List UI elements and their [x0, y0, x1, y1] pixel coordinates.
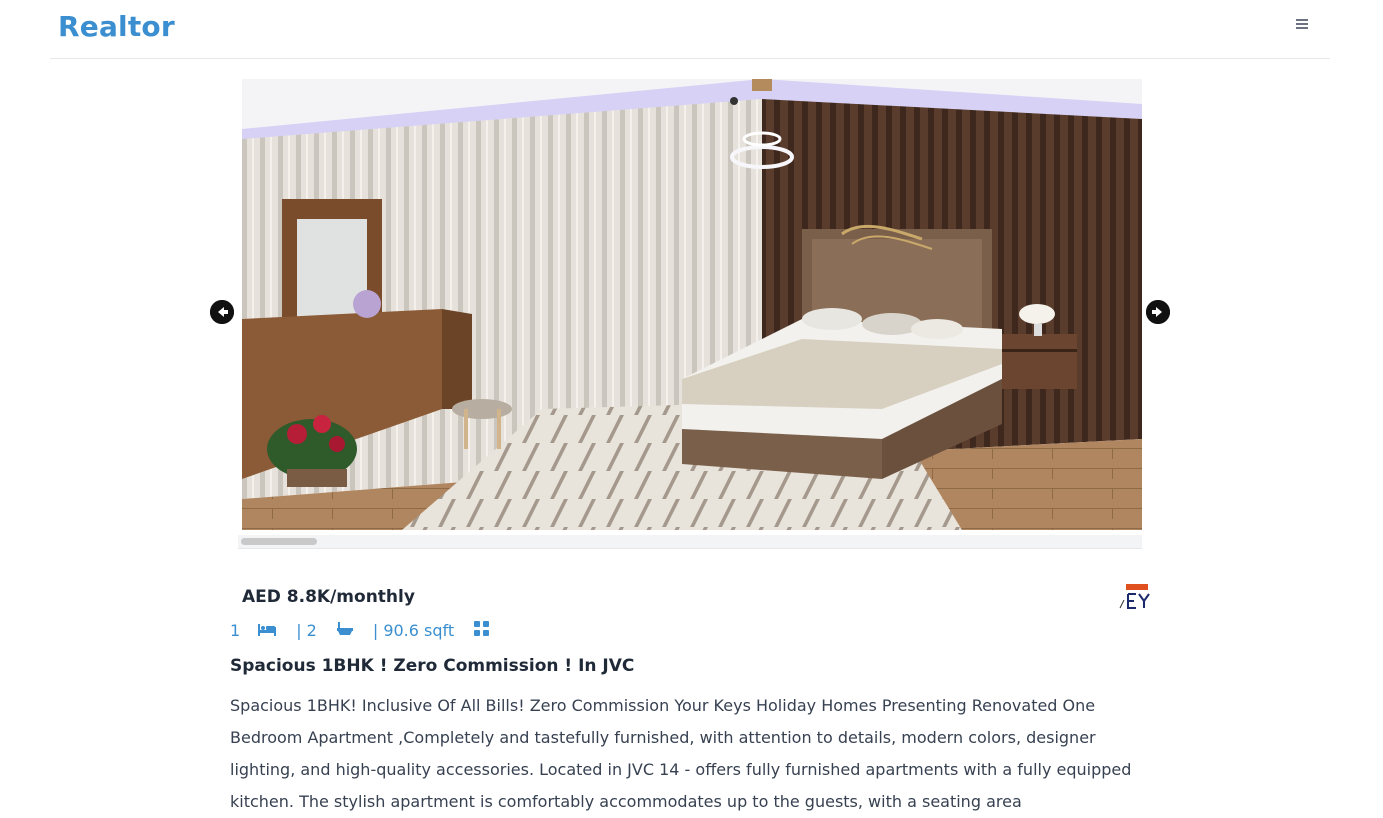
- listing-price: AED 8.8K/monthly: [242, 587, 415, 607]
- bathtub-icon: [336, 620, 353, 640]
- arrow-right-circle-icon: [1146, 300, 1170, 324]
- property-image-carousel[interactable]: [242, 79, 1142, 530]
- bedroom-photo: [242, 79, 1142, 530]
- agency-logo: [1119, 584, 1150, 609]
- bathroom-count: | 2: [296, 620, 317, 640]
- bedroom-count: 1: [230, 620, 241, 640]
- brand-logo[interactable]: Realtor: [58, 10, 175, 43]
- grid-icon: [474, 620, 490, 640]
- arrow-left-circle-icon: [210, 300, 234, 324]
- listing-title: Spacious 1BHK ! Zero Commission ! In JVC: [230, 656, 635, 676]
- carousel-scrollbar[interactable]: [238, 535, 1142, 549]
- bed-icon: [258, 621, 277, 640]
- carousel-prev-button[interactable]: [210, 300, 234, 324]
- listing-description: Spacious 1BHK! Inclusive Of All Bills! Z…: [230, 696, 1132, 811]
- listing-specs: 1 | 2 | 90.6 sqft: [230, 619, 490, 641]
- navbar: Realtor: [50, 0, 1330, 59]
- scrollbar-thumb[interactable]: [241, 538, 317, 545]
- area-size: | 90.6 sqft: [372, 620, 455, 640]
- carousel-next-button[interactable]: [1146, 300, 1170, 324]
- hamburger-icon[interactable]: [1296, 19, 1308, 31]
